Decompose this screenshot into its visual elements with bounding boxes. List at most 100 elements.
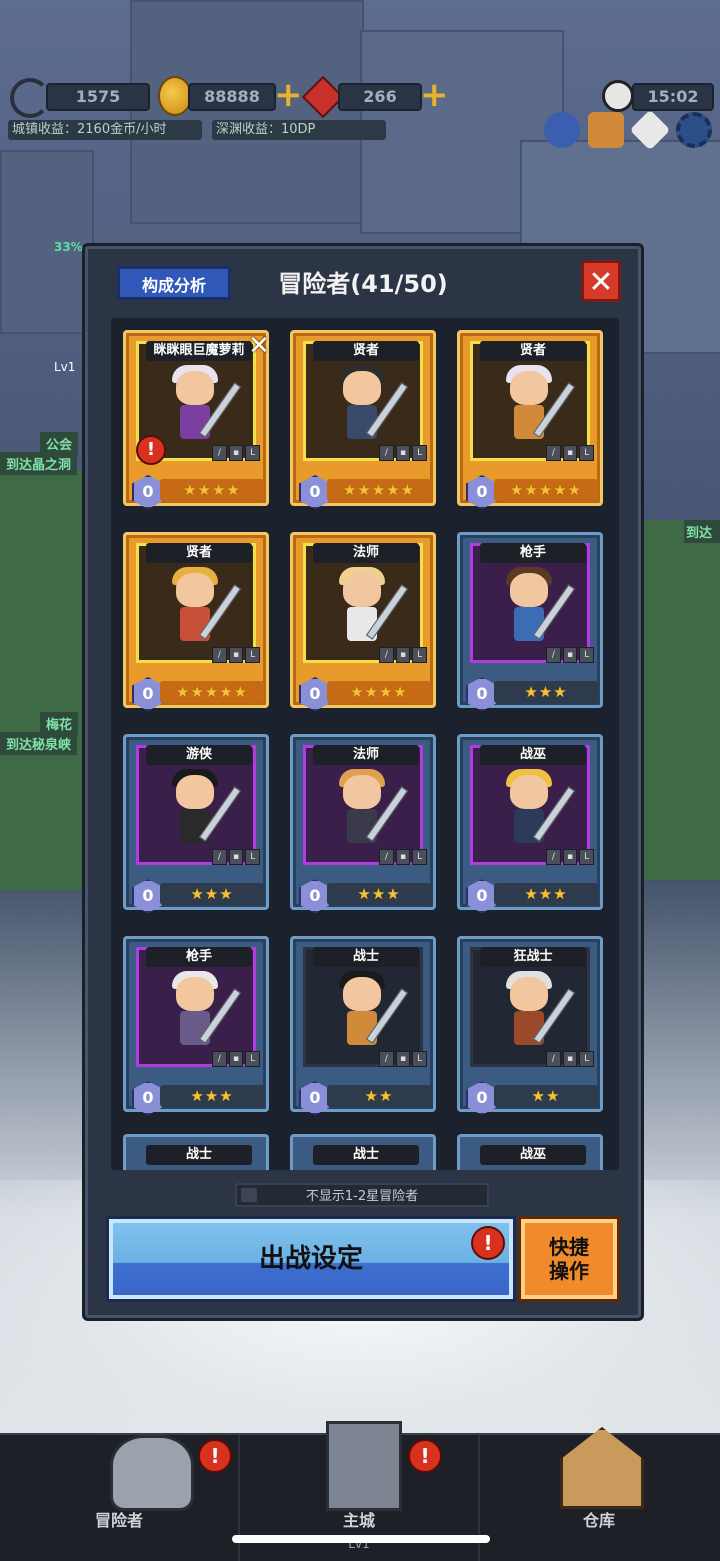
town-income: 城镇收益：2160金币/小时 xyxy=(8,120,202,140)
armor-slot-icon: ▪ xyxy=(562,647,578,663)
adventurer-class: 战士 xyxy=(313,1145,419,1165)
abyss-income: 深渊收益：10DP xyxy=(212,120,386,140)
alert-icon: ! xyxy=(136,435,166,465)
armor-slot-icon: ▪ xyxy=(228,849,244,865)
adventurer-card[interactable]: 游侠 / ▪ L 0 ★★★ xyxy=(123,734,269,913)
checkbox-icon[interactable] xyxy=(241,1188,257,1202)
add-gem-icon[interactable]: + xyxy=(420,78,449,112)
battle-alert-icon: ! xyxy=(471,1226,505,1260)
boots-slot-icon: L xyxy=(579,849,595,865)
nav-main-city-label: 主城 xyxy=(342,1511,375,1530)
add-gold-icon[interactable]: + xyxy=(274,78,303,112)
star-rating: ★★★ xyxy=(327,883,431,905)
home-indicator[interactable] xyxy=(232,1535,490,1543)
armor-slot-icon: ▪ xyxy=(562,849,578,865)
adventurer-card[interactable]: 贤者 / ▪ L 0 ★★★★★ xyxy=(457,330,603,509)
armor-slot-icon: ▪ xyxy=(228,647,244,663)
adventurer-card[interactable]: 眯眯眼巨魔萝莉 / ▪ L 0 ★★★★! ✕ xyxy=(123,330,270,509)
close-button[interactable]: ✕ xyxy=(581,260,621,302)
adventurer-card[interactable]: 枪手 / ▪ L 0 ★★★ xyxy=(457,532,603,711)
adventurer-card[interactable]: 战士 / ▪ L 0 ★★ xyxy=(290,936,436,1115)
helmet-icon xyxy=(110,1435,194,1511)
boots-slot-icon: L xyxy=(412,1051,428,1067)
adventurer-card[interactable]: 贤者 / ▪ L 0 ★★★★★ xyxy=(290,330,436,509)
adventurer-card[interactable]: 法师 / ▪ L 0 ★★★★ xyxy=(290,532,436,711)
coin-icon xyxy=(158,76,192,116)
equipment-icons: / ▪ L xyxy=(379,849,428,865)
armor-slot-icon: ▪ xyxy=(395,647,411,663)
weapon-slot-icon: / xyxy=(379,647,394,663)
quick-action-button[interactable]: 快捷 操作 xyxy=(518,1216,620,1302)
swap-icon[interactable]: ✕ xyxy=(244,331,274,361)
boots-slot-icon: L xyxy=(412,849,428,865)
star-rating: ★★★★★ xyxy=(494,479,598,501)
goto-crystal-cave-label[interactable]: 到达晶之洞 xyxy=(0,452,78,475)
adventurer-card[interactable]: 枪手 / ▪ L 0 ★★★ xyxy=(123,936,269,1115)
adventurer-card[interactable]: 狂战士 / ▪ L 0 ★★ xyxy=(457,936,603,1115)
building-level-label: Lv1 xyxy=(54,360,76,374)
nav-adventurers[interactable]: ! 冒险者 xyxy=(0,1435,240,1561)
cat-icon[interactable] xyxy=(588,112,624,148)
adventurer-portrait xyxy=(327,365,409,445)
boots-slot-icon: L xyxy=(245,849,261,865)
adventurer-class: 法师 xyxy=(313,745,419,765)
equipment-icons: / ▪ L xyxy=(212,1051,261,1067)
star-rating: ★★★★ xyxy=(160,479,264,501)
adventurer-card[interactable]: 战士 xyxy=(123,1134,269,1170)
armor-slot-icon: ▪ xyxy=(395,445,411,461)
equipment-icons: / ▪ L xyxy=(379,647,428,663)
adventurer-card[interactable]: 法师 / ▪ L 0 ★★★ xyxy=(290,734,436,913)
quick-action-label: 快捷 操作 xyxy=(549,1235,589,1283)
weapon-slot-icon: / xyxy=(212,1051,227,1067)
armor-slot-icon: ▪ xyxy=(228,445,244,461)
adventurer-class: 战巫 xyxy=(480,745,586,765)
modal-title: 冒险者(41/50) xyxy=(278,270,448,298)
star-rating: ★★★ xyxy=(160,883,264,905)
adventurer-class: 贤者 xyxy=(480,341,586,361)
weapon-slot-icon: / xyxy=(379,1051,394,1067)
weapon-slot-icon: / xyxy=(212,647,227,663)
composition-analysis-button[interactable]: 构成分析 xyxy=(117,266,231,300)
adventurer-card[interactable]: 贤者 / ▪ L 0 ★★★★★ xyxy=(123,532,269,711)
adventurer-card[interactable]: 战士 xyxy=(290,1134,436,1170)
weapon-slot-icon: / xyxy=(379,849,394,865)
star-rating: ★★★ xyxy=(160,1085,264,1107)
hide-low-star-toggle[interactable]: 不显示1-2星冒险者 xyxy=(235,1183,489,1207)
goto-secret-spring-label[interactable]: 到达秘泉峡 xyxy=(0,732,78,755)
party-icon[interactable] xyxy=(544,112,580,148)
weapon-slot-icon: / xyxy=(546,445,561,461)
clock-icon xyxy=(602,80,634,112)
castle-icon xyxy=(326,1421,402,1511)
main-city-alert-icon: ! xyxy=(408,1439,442,1473)
adventurer-class: 贤者 xyxy=(313,341,419,361)
weapon-slot-icon: / xyxy=(212,445,227,461)
adventurer-portrait xyxy=(160,567,242,647)
weapon-slot-icon: / xyxy=(379,445,394,461)
sword-icon xyxy=(10,78,50,118)
adventurers-alert-icon: ! xyxy=(198,1439,232,1473)
equipment-icons: / ▪ L xyxy=(212,445,261,461)
equipment-icons: / ▪ L xyxy=(546,647,595,663)
adventurer-card[interactable]: 战巫 / ▪ L 0 ★★★ xyxy=(457,734,603,913)
battle-setup-button[interactable]: 出战设定 xyxy=(106,1216,516,1302)
gear-icon[interactable] xyxy=(676,112,712,148)
adventurer-modal: 构成分析 冒险者(41/50) ✕ 眯眯眼巨魔萝莉 / ▪ L 0 ★★★★! ✕ 贤者 / ▪ L… xyxy=(82,243,644,1321)
close-icon: ✕ xyxy=(588,265,614,300)
adventurer-portrait xyxy=(494,769,576,849)
boots-slot-icon: L xyxy=(412,647,428,663)
goto-right-label[interactable]: 到达 xyxy=(684,520,720,543)
nav-warehouse[interactable]: 仓库 xyxy=(480,1427,718,1561)
weapon-slot-icon: / xyxy=(546,1051,561,1067)
adventurer-card[interactable]: 战巫 xyxy=(457,1134,603,1170)
adventurer-portrait xyxy=(160,365,242,445)
weapon-slot-icon: / xyxy=(212,849,227,865)
filter-label: 不显示1-2星冒险者 xyxy=(305,1189,419,1204)
boots-slot-icon: L xyxy=(579,647,595,663)
equipment-icons: / ▪ L xyxy=(212,849,261,865)
equipment-icons: / ▪ L xyxy=(546,1051,595,1067)
adventurer-grid[interactable]: 眯眯眼巨魔萝莉 / ▪ L 0 ★★★★! ✕ 贤者 / ▪ L 0 ★★★★★ 贤者 / ▪ L 0 ★★★★★ 贤… xyxy=(111,318,619,1170)
adventurer-class: 狂战士 xyxy=(480,947,586,967)
gem-count: 266 xyxy=(338,83,422,111)
equipment-icons: / ▪ L xyxy=(212,647,261,663)
adventurer-portrait xyxy=(160,769,242,849)
